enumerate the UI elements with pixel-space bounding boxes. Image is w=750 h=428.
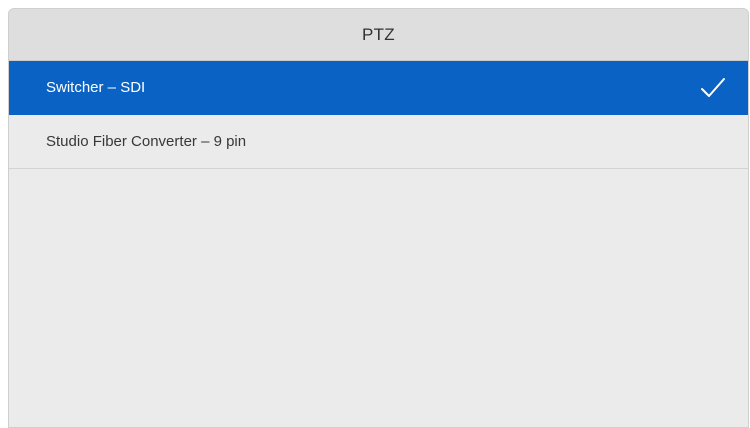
list-item-label: Studio Fiber Converter – 9 pin xyxy=(46,133,247,150)
page-title: PTZ xyxy=(361,24,395,44)
panel-header: PTZ xyxy=(9,9,748,61)
list-item-switcher-sdi[interactable]: Switcher – SDI xyxy=(9,61,748,115)
ptz-option-list: Switcher – SDI Studio Fiber Converter – … xyxy=(9,61,748,169)
ptz-settings-panel: PTZ Switcher – SDI Studio Fiber Converte… xyxy=(8,8,749,428)
check-icon xyxy=(701,77,725,97)
list-item-label: Switcher – SDI xyxy=(46,79,146,96)
list-item-studio-fiber-converter[interactable]: Studio Fiber Converter – 9 pin xyxy=(9,115,748,169)
